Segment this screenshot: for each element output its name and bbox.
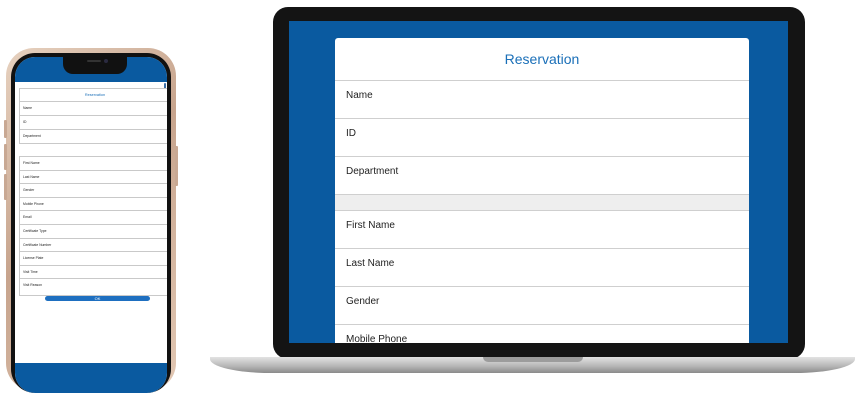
laptop-field-gender[interactable]: Gender <box>335 287 749 325</box>
phone-field-certificate-number[interactable]: Certificate Number <box>20 237 167 252</box>
camera-icon <box>104 59 108 63</box>
phone-device: Reservation Name ID Department First Nam… <box>4 48 178 393</box>
laptop-field-last-name[interactable]: Last Name <box>335 249 749 287</box>
laptop-field-id[interactable]: ID <box>335 119 749 157</box>
laptop-hinge-notch <box>483 357 583 362</box>
phone-volume-up-button <box>4 144 7 170</box>
phone-field-license-plate[interactable]: License Plate <box>20 251 167 265</box>
laptop-form-title: Reservation <box>335 38 749 81</box>
phone-field-email[interactable]: Email <box>20 210 167 224</box>
laptop-field-first-name[interactable]: First Name <box>335 211 749 249</box>
laptop-form-card: Reservation Name ID Department First Nam… <box>335 38 749 343</box>
laptop-field-mobile-phone[interactable]: Mobile Phone <box>335 325 749 343</box>
phone-form-card-top: Reservation Name ID Department <box>19 88 167 144</box>
phone-power-button <box>4 120 7 138</box>
phone-field-certificate-type[interactable]: Certificate Type <box>20 223 167 238</box>
laptop-field-department[interactable]: Department <box>335 157 749 195</box>
phone-footer-bar <box>15 363 167 393</box>
phone-form-card-bottom: First Name Last Name Gender Mobile Phone… <box>19 156 167 296</box>
phone-form-title: Reservation <box>84 93 106 97</box>
phone-field-visit-time[interactable]: Visit Time <box>20 264 167 279</box>
phone-side-button <box>175 146 178 186</box>
phone-field-department[interactable]: Department <box>20 129 167 142</box>
phone-bezel: Reservation Name ID Department First Nam… <box>11 53 171 393</box>
phone-field-first-name[interactable]: First Name <box>20 157 167 170</box>
phone-field-visit-reason[interactable]: Visit Reason <box>20 278 167 292</box>
phone-volume-down-button <box>4 174 7 200</box>
phone-field-last-name[interactable]: Last Name <box>20 169 167 184</box>
phone-field-mobile-phone[interactable]: Mobile Phone <box>20 196 167 211</box>
phone-field-name[interactable]: Name <box>20 101 167 115</box>
phone-field-gender[interactable]: Gender <box>20 183 167 197</box>
laptop-base <box>210 357 855 373</box>
speaker-icon <box>87 60 101 62</box>
ok-button[interactable]: OK <box>45 296 150 301</box>
laptop-form-divider <box>335 195 749 211</box>
laptop-field-name[interactable]: Name <box>335 81 749 119</box>
laptop-screen: Reservation Name ID Department First Nam… <box>289 21 788 343</box>
phone-screen: Reservation Name ID Department First Nam… <box>15 57 167 393</box>
phone-notch <box>63 57 127 74</box>
phone-field-id[interactable]: ID <box>20 115 167 129</box>
